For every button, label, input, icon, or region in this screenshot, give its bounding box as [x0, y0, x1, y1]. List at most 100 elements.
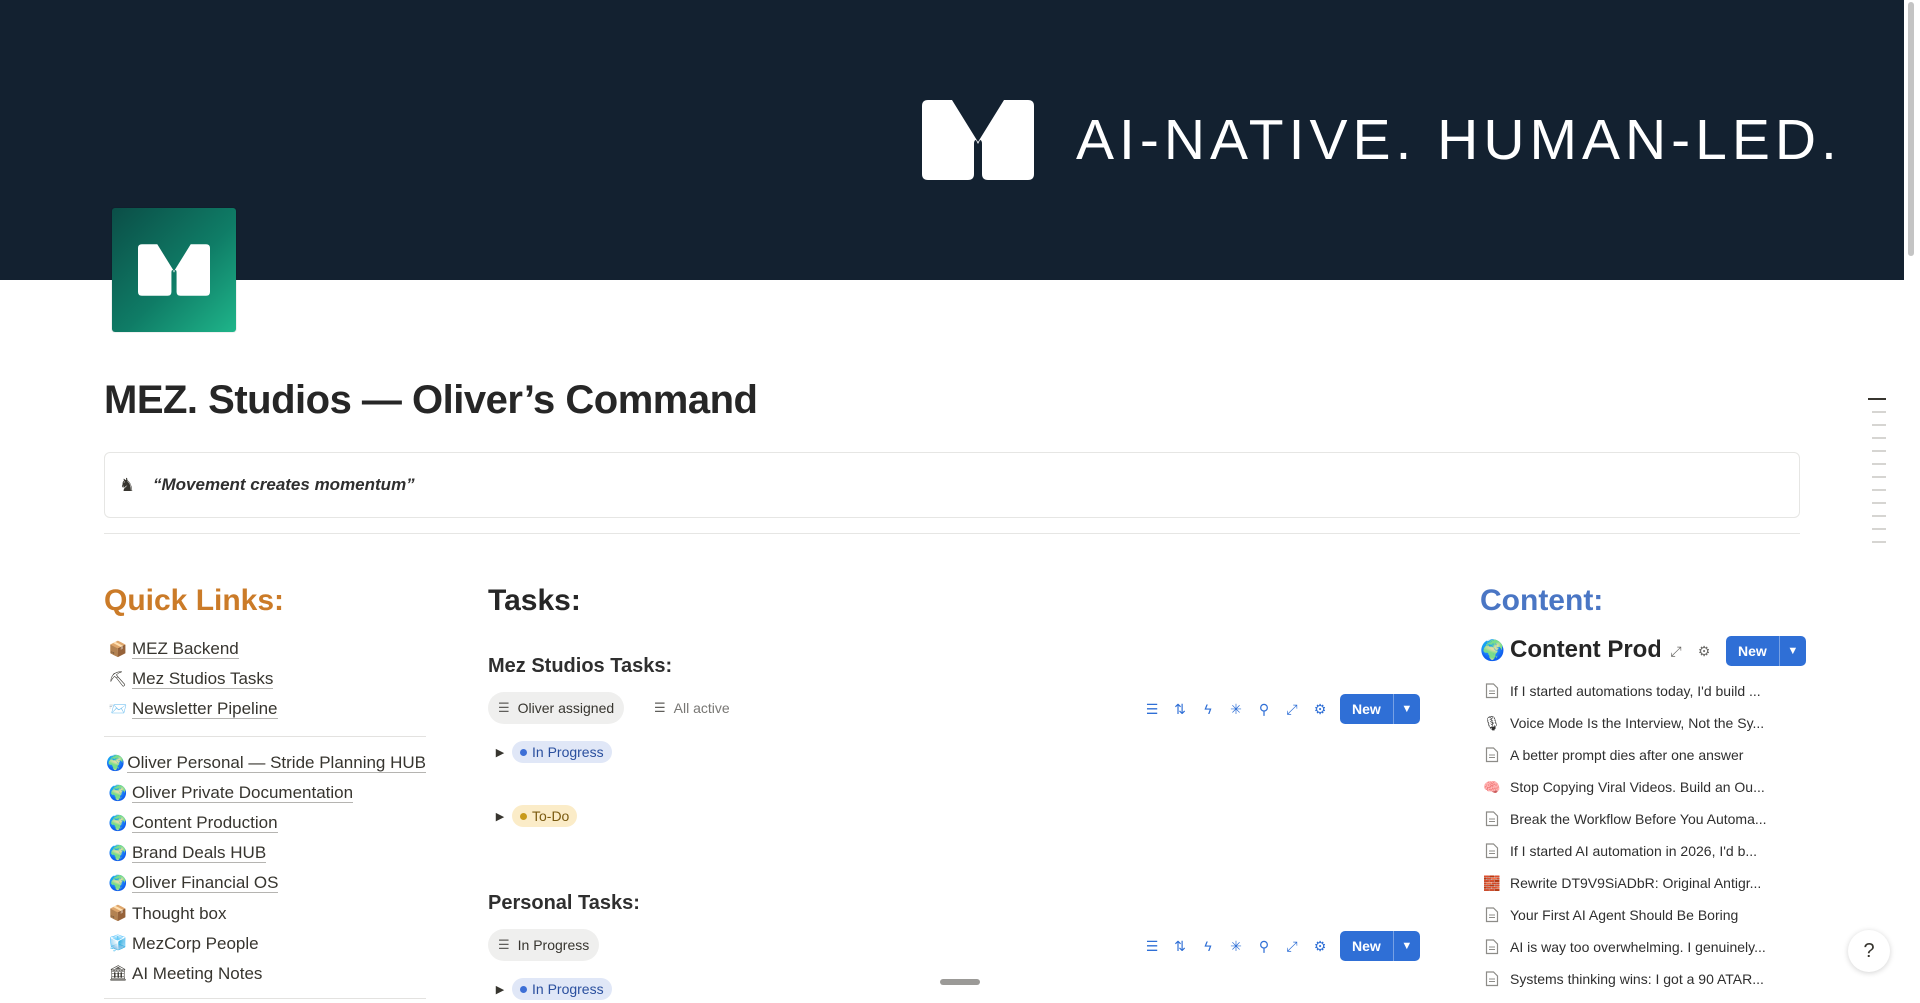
new-task-button[interactable]: New ▼: [1340, 694, 1420, 724]
quick-link-stride-planning-hub[interactable]: 🌍 Oliver Personal — Stride Planning HUB: [104, 748, 426, 778]
document-icon: [1480, 971, 1504, 987]
quick-link-mezcorp-people[interactable]: 🧊 MezCorp People: [104, 928, 426, 958]
globe-icon: 🌍: [108, 815, 128, 832]
filter-icon[interactable]: ☰: [1138, 932, 1166, 960]
status-badge: In Progress: [512, 741, 612, 763]
view-tab-label: All active: [673, 700, 730, 716]
quick-link-ai-meeting-notes[interactable]: 🏛 AI Meeting Notes: [104, 958, 426, 988]
personal-tasks-toolbar: ☰ ⇅ ϟ ✳ ⚲ ⤢ ⚙ New ▼: [1138, 931, 1420, 961]
chevron-down-icon[interactable]: ▼: [1394, 703, 1420, 715]
table-of-contents[interactable]: [1868, 398, 1886, 554]
sort-icon[interactable]: ⇅: [1166, 932, 1194, 960]
chevron-down-icon[interactable]: ▼: [1394, 940, 1420, 952]
group-in-progress[interactable]: ▶ In Progress: [488, 738, 612, 766]
page-title[interactable]: MEZ. Studios — Oliver’s Command: [104, 378, 758, 423]
quick-link-label: MEZ Backend: [132, 639, 239, 659]
quick-link-mez-backend[interactable]: 📦 MEZ Backend: [104, 634, 426, 664]
content-item[interactable]: 🧠 Stop Copying Viral Videos. Build an Ou…: [1480, 771, 1784, 803]
filter-icon[interactable]: ☰: [1138, 695, 1166, 723]
expand-icon[interactable]: ⤢: [1662, 637, 1690, 665]
settings-icon[interactable]: ⚙: [1690, 637, 1718, 665]
content-db-toolbar: ⤢ ⚙ New ▼: [1662, 636, 1806, 666]
drag-handle[interactable]: [940, 979, 980, 985]
quick-links-group-2: 🌍 Oliver Personal — Stride Planning HUB …: [104, 748, 426, 988]
quick-link-label: Thought box: [132, 903, 227, 923]
content-item[interactable]: If I started AI automation in 2026, I'd …: [1480, 835, 1784, 867]
document-icon: [1480, 683, 1504, 699]
view-tab-oliver-assigned[interactable]: ☰ Oliver assigned: [488, 692, 625, 724]
expand-icon[interactable]: ⤢: [1278, 932, 1306, 960]
quick-link-label: Content Production: [132, 813, 278, 833]
microphone-icon: 🎙: [1483, 714, 1501, 731]
toggle-triangle-icon[interactable]: ▶: [488, 983, 512, 996]
content-db-title[interactable]: 🌍 Content Production: [1480, 634, 1660, 666]
ai-sparkle-icon[interactable]: ✳: [1222, 695, 1250, 723]
content-item[interactable]: Systems thinking wins: I got a 90 ATAR..…: [1480, 963, 1784, 995]
content-item[interactable]: Your First AI Agent Should Be Boring: [1480, 899, 1784, 931]
toggle-triangle-icon[interactable]: ▶: [488, 810, 512, 823]
view-tab-in-progress[interactable]: ☰ In Progress: [488, 929, 600, 961]
sort-icon[interactable]: ⇅: [1166, 695, 1194, 723]
quick-link-newsletter-pipeline[interactable]: 📨 Newsletter Pipeline: [104, 694, 426, 724]
content-item[interactable]: Break the Workflow Before You Automa...: [1480, 803, 1784, 835]
mez-tasks-db-title[interactable]: Mez Studios Tasks:: [488, 655, 672, 678]
cube-icon: 🧊: [108, 935, 128, 952]
expand-icon[interactable]: ⤢: [1278, 695, 1306, 723]
search-icon[interactable]: ⚲: [1250, 695, 1278, 723]
content-list: If I started automations today, I'd buil…: [1480, 675, 1784, 995]
help-button[interactable]: ?: [1848, 930, 1890, 972]
new-content-button[interactable]: New ▼: [1726, 636, 1806, 666]
toggle-triangle-icon[interactable]: ▶: [488, 746, 512, 759]
cover-banner: AI-NATIVE. HUMAN-LED.: [0, 0, 1904, 280]
search-icon[interactable]: ⚲: [1250, 932, 1278, 960]
quick-links-divider: [104, 998, 426, 999]
content-item[interactable]: AI is way too overwhelming. I genuinely.…: [1480, 931, 1784, 963]
page-icon[interactable]: [112, 208, 236, 332]
document-icon: [1480, 747, 1504, 763]
document-icon: [1480, 811, 1504, 827]
cover-tagline: AI-NATIVE. HUMAN-LED.: [1076, 108, 1842, 172]
settings-icon[interactable]: ⚙: [1306, 695, 1334, 723]
quick-link-financial-os[interactable]: 🌍 Oliver Financial OS: [104, 868, 426, 898]
quick-link-label: Oliver Private Documentation: [132, 783, 354, 803]
personal-tasks-db-title[interactable]: Personal Tasks:: [488, 892, 640, 915]
automation-icon[interactable]: ϟ: [1194, 932, 1222, 960]
globe-icon: 🌍: [1480, 639, 1505, 662]
view-tab-all-active[interactable]: ☰ All active: [644, 692, 740, 724]
envelope-icon: 📨: [108, 701, 128, 718]
new-task-button[interactable]: New ▼: [1340, 931, 1420, 961]
automation-icon[interactable]: ϟ: [1194, 695, 1222, 723]
brain-icon: 🧠: [1483, 778, 1501, 795]
quote-callout[interactable]: ♞ “Movement creates momentum”: [104, 452, 1800, 518]
quick-link-label: Oliver Personal — Stride Planning HUB: [127, 753, 426, 773]
pick-icon: ⛏: [108, 671, 128, 688]
quick-link-private-documentation[interactable]: 🌍 Oliver Private Documentation: [104, 778, 426, 808]
quick-link-brand-deals-hub[interactable]: 🌍 Brand Deals HUB: [104, 838, 426, 868]
content-item[interactable]: 🎙 Voice Mode Is the Interview, Not the S…: [1480, 707, 1784, 739]
globe-icon: 🌍: [108, 785, 128, 802]
group-to-do[interactable]: ▶ To-Do: [488, 802, 578, 830]
package-icon: 📦: [108, 641, 128, 658]
view-tab-label: Oliver assigned: [517, 700, 615, 716]
callout-text: “Movement creates momentum”: [153, 475, 415, 494]
brick-icon: 🧱: [1483, 874, 1501, 891]
help-icon: ?: [1863, 939, 1875, 962]
list-icon: ☰: [654, 700, 666, 715]
globe-icon: 🌍: [108, 845, 128, 862]
list-icon: ☰: [498, 937, 510, 952]
quick-link-thought-box[interactable]: 📦 Thought box: [104, 898, 426, 928]
settings-icon[interactable]: ⚙: [1306, 932, 1334, 960]
content-item[interactable]: 🧱 Rewrite DT9V9SiADbR: Original Antigr..…: [1480, 867, 1784, 899]
quick-link-content-production[interactable]: 🌍 Content Production: [104, 808, 426, 838]
document-icon: [1480, 939, 1504, 955]
quick-link-mez-studios-tasks[interactable]: ⛏ Mez Studios Tasks: [104, 664, 426, 694]
group-in-progress[interactable]: ▶ In Progress: [488, 975, 612, 1003]
content-item[interactable]: A better prompt dies after one answer: [1480, 739, 1784, 771]
divider: [104, 533, 1800, 534]
content-heading: Content:: [1480, 584, 1604, 617]
page-scrollbar[interactable]: [1906, 0, 1916, 260]
quick-links-heading: Quick Links:: [104, 584, 285, 617]
content-item[interactable]: If I started automations today, I'd buil…: [1480, 675, 1784, 707]
chevron-down-icon[interactable]: ▼: [1780, 645, 1806, 657]
ai-sparkle-icon[interactable]: ✳: [1222, 932, 1250, 960]
